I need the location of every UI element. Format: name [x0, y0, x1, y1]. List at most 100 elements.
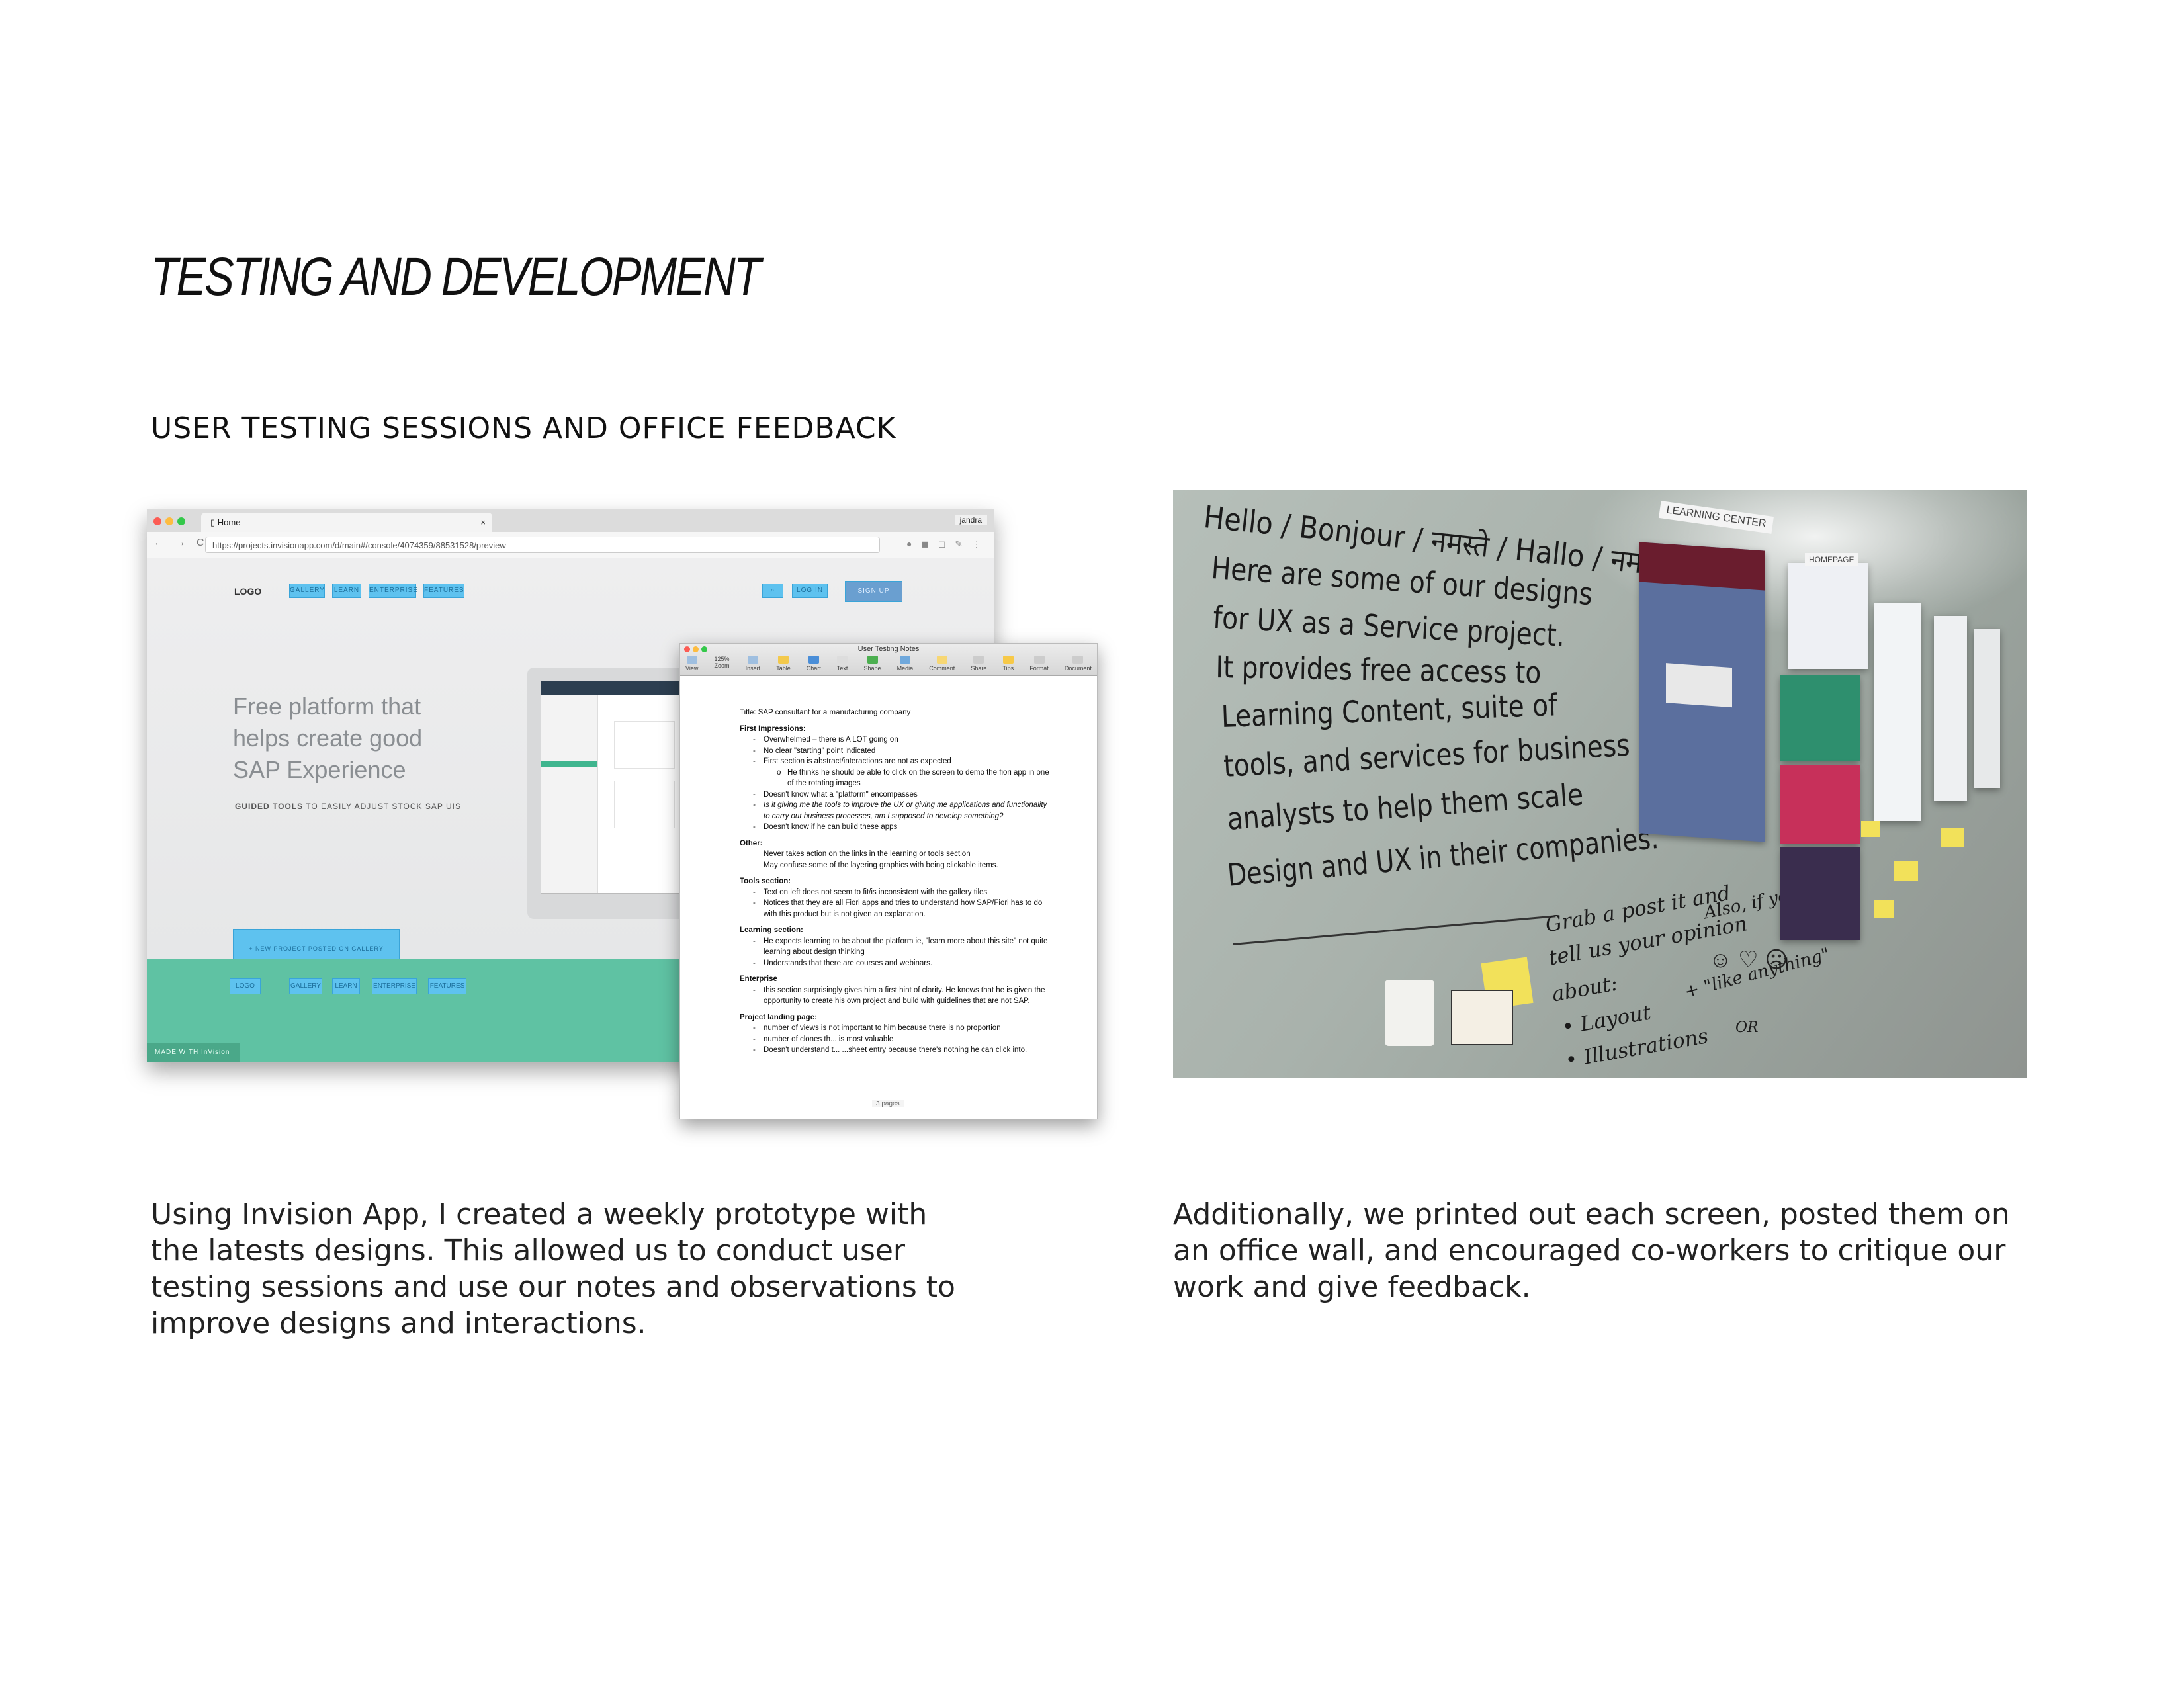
doc-heading: First Impressions:: [740, 724, 806, 733]
guided-label: GUIDED TOOLS: [235, 802, 304, 811]
pink-poster: [1780, 765, 1860, 844]
doc-bullet: Notices that they are all Fiori apps and…: [740, 898, 1051, 920]
profile-badge[interactable]: jandra: [954, 515, 987, 525]
wb-text-line: tools, and services for business: [1223, 726, 1631, 784]
browser-tab-home[interactable]: ▯ Home ×: [201, 513, 492, 532]
share-icon: [973, 656, 984, 664]
close-window-dot[interactable]: [153, 517, 161, 525]
footer-logo[interactable]: LOGO: [230, 978, 261, 994]
poster-card: [1666, 663, 1732, 708]
tool-label: Table: [776, 665, 791, 671]
tool-table[interactable]: Table: [776, 656, 791, 671]
tool-zoom[interactable]: 125% Zoom: [714, 656, 729, 671]
doc-bullet: Doesn't know what a "platform" encompass…: [740, 789, 1051, 800]
extension-icons[interactable]: ● ◼ ◻ ✎ ⋮: [906, 539, 984, 550]
footer-nav-enterprise[interactable]: ENTERPRISE: [372, 978, 417, 994]
site-logo[interactable]: LOGO: [234, 586, 261, 597]
doc-heading: Learning section:: [740, 926, 803, 934]
maximize-window-dot[interactable]: [177, 517, 185, 525]
doc-bullet: No clear "starting" point indicated: [740, 746, 1051, 757]
minimize-window-dot[interactable]: [165, 517, 173, 525]
tool-label: Share: [971, 665, 987, 671]
caption-left: Using Invision App, I created a weekly p…: [151, 1197, 955, 1340]
nav-learn[interactable]: LEARN: [332, 584, 361, 598]
tool-insert[interactable]: Insert: [745, 656, 761, 671]
nav-enterprise[interactable]: ENTERPRISE: [369, 584, 417, 598]
close-tab-icon[interactable]: ×: [480, 513, 486, 532]
green-poster: [1780, 675, 1860, 761]
nav-gallery[interactable]: GALLERY: [289, 584, 325, 598]
nav-features[interactable]: FEATURES: [423, 584, 464, 598]
doc-toolbar-buttons: View 125% Zoom Insert Table Chart Text Sh…: [685, 656, 1092, 671]
tool-chart[interactable]: Chart: [807, 656, 821, 671]
tool-label: Shape: [863, 665, 881, 671]
tool-shape[interactable]: Shape: [864, 656, 881, 671]
doc-line: May confuse some of the layering graphic…: [764, 861, 998, 869]
doc-bullet: Understands that there are courses and w…: [740, 958, 1051, 969]
doc-bullet: Doesn't know if he can build these apps: [740, 822, 1051, 833]
tool-label: Zoom: [714, 662, 730, 669]
doc-bullet: this section surprisingly gives him a fi…: [740, 985, 1051, 1007]
tab-title: Home: [217, 517, 241, 527]
whiteboard-photo: Hello / Bonjour / नमस्ते / Hallo / नमस्त…: [1173, 490, 2027, 1078]
insert-icon: [747, 656, 758, 664]
hero-line: SAP Experience: [233, 756, 406, 783]
doc-window-title: User Testing Notes: [857, 645, 920, 653]
signup-button[interactable]: SIGN UP: [845, 581, 902, 602]
media-icon: [899, 656, 910, 664]
doc-bullet: Is it giving me the tools to improve the…: [740, 800, 1051, 822]
tips-icon: [1002, 656, 1014, 664]
hero-heading: Free platform that helps create good SAP…: [233, 691, 422, 786]
footer-nav-learn[interactable]: LEARN: [332, 978, 360, 994]
doc-heading: Tools section:: [740, 877, 791, 885]
doc-bullet: Overwhelmed – there is A LOT going on: [740, 734, 1051, 746]
tool-media[interactable]: Media: [896, 656, 914, 671]
guided-rest: TO EASILY ADJUST STOCK SAP UIS: [303, 802, 461, 811]
address-bar-row: ← → C https://projects.invisionapp.com/d…: [147, 532, 994, 559]
hero-line: Free platform that: [233, 693, 421, 720]
doc-toolbar: User Testing Notes View 125% Zoom Insert …: [680, 644, 1097, 676]
wb-or-text: OR: [1735, 1019, 1759, 1036]
footer-nav-features[interactable]: FEATURES: [428, 978, 466, 994]
url-field[interactable]: https://projects.invisionapp.com/d/main#…: [205, 537, 880, 553]
tool-label: Insert: [745, 665, 761, 671]
doc-bullet: number of views is not important to him …: [740, 1023, 1051, 1034]
tool-label: Document: [1064, 665, 1092, 671]
wb-grab-line: about:: [1550, 971, 1620, 1007]
sticky-note: [1894, 861, 1918, 881]
page-title: TESTING AND DEVELOPMENT: [151, 247, 761, 307]
footer-nav-gallery[interactable]: GALLERY: [289, 978, 322, 994]
learning-center-poster: [1639, 542, 1765, 842]
caption-right: Additionally, we printed out each screen…: [1173, 1197, 2010, 1304]
tool-comment[interactable]: Comment: [929, 656, 955, 671]
hero-line: helps create good: [233, 724, 423, 752]
wb-text-line: It provides free access to: [1215, 649, 1542, 691]
dark-poster: [1780, 847, 1860, 940]
made-with-invision-badge[interactable]: MADE WITH InVision: [147, 1043, 240, 1062]
white-poster-column: [1874, 603, 1921, 821]
white-poster-column: [1974, 629, 2000, 788]
poster-header: [1639, 542, 1765, 591]
shape-icon: [867, 656, 878, 664]
doc-body[interactable]: Title: SAP consultant for a manufacturin…: [740, 707, 1051, 1056]
tool-document[interactable]: Document: [1065, 656, 1092, 671]
comment-icon: [936, 656, 947, 664]
doc-bullet: First section is abstract/interactions a…: [740, 756, 1051, 767]
search-icon[interactable]: ⌕: [762, 584, 783, 598]
doc-subbullet: He thinks he should be able to click on …: [740, 767, 1051, 789]
tool-share[interactable]: Share: [971, 656, 986, 671]
tool-view[interactable]: View: [685, 656, 698, 671]
doc-heading: Other:: [740, 839, 763, 847]
tool-tips[interactable]: Tips: [1002, 656, 1014, 671]
tool-label: Text: [836, 665, 848, 671]
paper-cup-holder: [1385, 980, 1434, 1046]
nav-arrows-icon[interactable]: ← → C: [153, 537, 208, 549]
tool-format[interactable]: Format: [1029, 656, 1049, 671]
table-icon: [777, 656, 789, 664]
wb-text-line: analysts to help them scale: [1226, 776, 1585, 837]
tool-label: Format: [1029, 665, 1049, 671]
tool-text[interactable]: Text: [837, 656, 848, 671]
login-button[interactable]: LOG IN: [792, 584, 828, 598]
user-testing-notes-window: User Testing Notes View 125% Zoom Insert …: [679, 643, 1098, 1119]
tool-label: Media: [896, 665, 914, 671]
